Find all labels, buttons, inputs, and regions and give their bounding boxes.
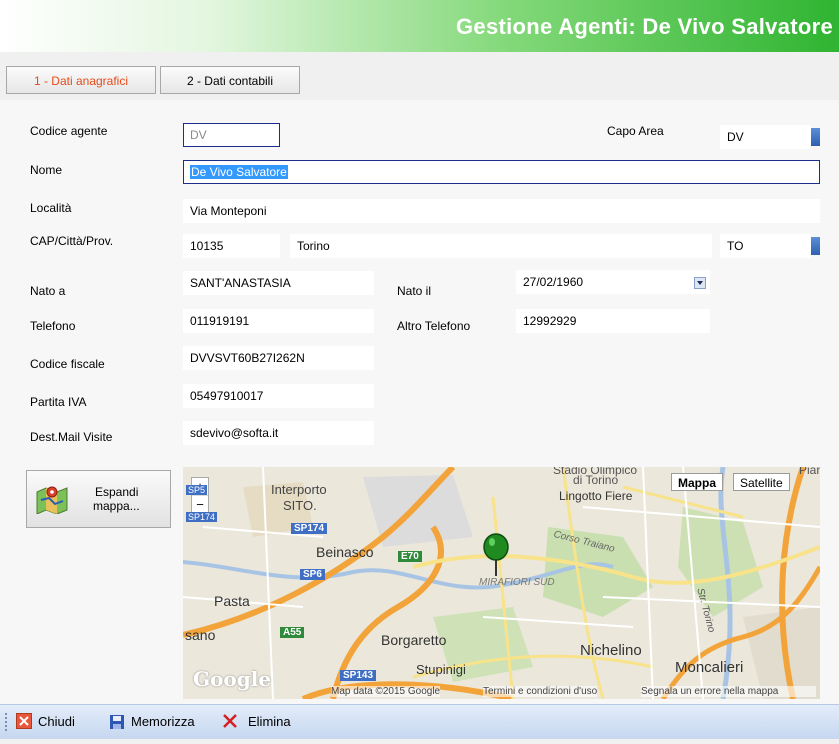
map-attribution: Map data ©2015 Google <box>331 686 441 697</box>
prov-input[interactable]: TO <box>720 234 811 258</box>
map-terms-link[interactable]: Termini e condizioni d'uso <box>483 686 598 697</box>
cap-citta-prov-label: CAP/Città/Prov. <box>30 234 114 248</box>
localita-input[interactable]: Via Monteponi <box>183 199 820 223</box>
bottom-toolbar: Chiudi Memorizza Elimina <box>0 704 839 739</box>
nato-a-label: Nato a <box>30 284 66 298</box>
expand-map-label-line2: mappa... <box>93 499 140 513</box>
delete-button[interactable]: Elimina <box>248 712 291 732</box>
map-report-error-link[interactable]: Segnala un errore nella mappa <box>641 686 816 697</box>
map-zoom-control: + − <box>191 477 209 513</box>
road-shield-e70: E70 <box>398 551 422 562</box>
window-header: Gestione Agenti: De Vivo Salvatore <box>0 0 839 52</box>
zoom-out-button[interactable]: − <box>192 495 208 513</box>
location-pin-icon[interactable] <box>482 533 510 577</box>
expand-map-button[interactable]: Espandi mappa... <box>26 470 171 528</box>
chevron-down-icon <box>697 281 703 285</box>
place-stupinigi: Stupinigi <box>416 662 466 677</box>
map-type-mappa-button[interactable]: Mappa <box>671 473 724 491</box>
expand-map-label-line1: Espandi <box>95 485 139 499</box>
save-button[interactable]: Memorizza <box>131 712 195 732</box>
tab-dati-contabili[interactable]: 2 - Dati contabili <box>160 66 300 94</box>
place-di-torino: di Torino <box>573 473 619 487</box>
place-mirafiori-sud: MIRAFIORI SUD <box>479 577 555 588</box>
capo-area-label: Capo Area <box>607 124 664 138</box>
altro-telefono-label: Altro Telefono <box>397 319 471 333</box>
codice-fiscale-input[interactable]: DVVSVT60B27I262N <box>183 346 374 370</box>
date-picker-button[interactable] <box>694 277 706 289</box>
codice-agente-label: Codice agente <box>30 124 108 138</box>
map-view[interactable]: + − Mappa Satellite SP5 SP174 SP174 SP6 … <box>183 467 820 699</box>
place-interporto: Interporto <box>271 482 327 497</box>
capo-area-dropdown-button[interactable] <box>811 128 820 146</box>
telefono-input[interactable]: 011919191 <box>183 309 374 333</box>
localita-label: Località <box>30 201 72 215</box>
nome-input[interactable]: De Vivo Salvatore <box>183 160 820 184</box>
nome-selected-text: De Vivo Salvatore <box>190 165 288 179</box>
prov-dropdown-button[interactable] <box>811 237 820 255</box>
place-nichelino: Nichelino <box>580 642 642 659</box>
place-borgaretto: Borgaretto <box>381 632 447 648</box>
place-moncalieri: Moncalieri <box>675 659 744 676</box>
dest-mail-label: Dest.Mail Visite <box>30 430 113 444</box>
map-icon <box>36 486 68 514</box>
nato-il-date-input[interactable]: 27/02/1960 <box>516 270 710 294</box>
road-shield-sp6: SP6 <box>300 569 325 580</box>
dest-mail-input[interactable]: sdevivo@softa.it <box>183 421 374 445</box>
place-pasta: Pasta <box>214 593 250 609</box>
google-logo: Google <box>193 667 272 691</box>
nato-il-label: Nato il <box>397 284 432 298</box>
codice-fiscale-label: Codice fiscale <box>30 357 105 371</box>
road-shield-sp5: SP5 <box>186 485 208 495</box>
place-sano: sano <box>185 627 216 643</box>
place-lingotto: Lingotto Fiere <box>559 489 633 503</box>
delete-icon <box>223 714 237 728</box>
road-shield-a55: A55 <box>280 627 305 638</box>
road-shield-sp143: SP143 <box>340 670 377 681</box>
place-beinasco: Beinasco <box>316 544 374 560</box>
telefono-label: Telefono <box>30 319 76 333</box>
partita-iva-input[interactable]: 05497910017 <box>183 384 374 408</box>
road-shield-sp174-left: SP174 <box>186 512 218 522</box>
cap-input[interactable]: 10135 <box>183 234 280 258</box>
save-icon <box>110 715 124 729</box>
place-pian: Pian <box>799 467 820 477</box>
place-sito: SITO. <box>283 498 317 513</box>
nome-label: Nome <box>30 163 63 177</box>
partita-iva-label: Partita IVA <box>30 395 87 409</box>
tab-dati-anagrafici[interactable]: 1 - Dati anagrafici <box>6 66 156 94</box>
altro-telefono-input[interactable]: 12992929 <box>516 309 710 333</box>
close-button[interactable]: Chiudi <box>38 712 75 732</box>
capo-area-input[interactable]: DV <box>720 125 811 149</box>
nato-a-input[interactable]: SANT'ANASTASIA <box>183 271 374 295</box>
codice-agente-input[interactable]: DV <box>183 123 280 147</box>
close-icon <box>16 713 32 729</box>
toolbar-grip[interactable] <box>5 713 10 731</box>
road-shield-sp174: SP174 <box>291 523 328 534</box>
page-title: Gestione Agenti: De Vivo Salvatore <box>456 14 833 39</box>
citta-input[interactable]: Torino <box>290 234 712 258</box>
map-type-satellite-button[interactable]: Satellite <box>733 473 790 491</box>
